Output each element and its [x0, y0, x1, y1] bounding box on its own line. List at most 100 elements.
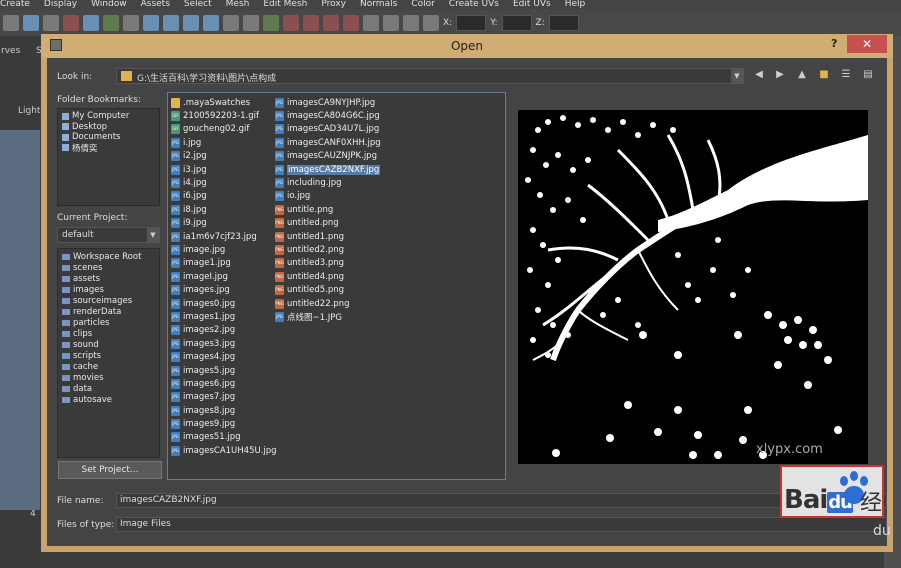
- bookmark-item[interactable]: My Computer: [62, 111, 155, 122]
- project-tree-item[interactable]: particles: [62, 317, 155, 328]
- file-item[interactable]: PNG untitled5.png: [275, 283, 381, 296]
- file-item[interactable]: JPG images3.jpg: [171, 337, 277, 350]
- project-tree-item[interactable]: movies: [62, 372, 155, 383]
- select-by-component-icon[interactable]: [103, 15, 119, 31]
- file-name-input[interactable]: imagesCAZB2NXF.jpg: [116, 493, 887, 508]
- construction-history-icon[interactable]: [263, 15, 279, 31]
- new-scene-icon[interactable]: [3, 15, 19, 31]
- file-item[interactable]: JPG 点线图~1.JPG: [275, 310, 381, 323]
- project-tree-item[interactable]: scripts: [62, 350, 155, 361]
- file-item[interactable]: JPG i3.jpg: [171, 163, 277, 176]
- file-item[interactable]: JPG imagesCANF0XHH.jpg: [275, 136, 381, 149]
- file-item[interactable]: JPG image1.jpg: [171, 257, 277, 270]
- file-item[interactable]: JPG images1.jpg: [171, 310, 277, 323]
- forward-arrow-icon[interactable]: ▶: [773, 68, 787, 82]
- ipr-render-icon[interactable]: [303, 15, 319, 31]
- chevron-down-icon[interactable]: ▼: [731, 69, 743, 83]
- history-icon[interactable]: [223, 15, 239, 31]
- file-item[interactable]: JPG images7.jpg: [171, 391, 277, 404]
- file-item[interactable]: JPG i8.jpg: [171, 203, 277, 216]
- menu-item-edit-uvs[interactable]: Edit UVs: [513, 0, 551, 10]
- menu-item-normals[interactable]: Normals: [360, 0, 397, 10]
- project-tree-item[interactable]: sound: [62, 339, 155, 350]
- file-item[interactable]: JPG images2.jpg: [171, 324, 277, 337]
- file-item[interactable]: JPG i9.jpg: [171, 217, 277, 230]
- file-item[interactable]: JPG i4.jpg: [171, 176, 277, 189]
- dialog-titlebar[interactable]: Open ? ✕: [41, 34, 893, 58]
- modeling-toolkit-icon[interactable]: [363, 15, 379, 31]
- x-coord-field[interactable]: [456, 15, 487, 31]
- snap-view-plane-icon[interactable]: [183, 15, 199, 31]
- hypershade-icon[interactable]: [343, 15, 359, 31]
- file-item[interactable]: PNG untitled22.png: [275, 297, 381, 310]
- tool-settings-icon[interactable]: [403, 15, 419, 31]
- file-item[interactable]: JPG image.jpg: [171, 243, 277, 256]
- file-item[interactable]: JPG imagesCAD34U7L.jpg: [275, 123, 381, 136]
- menu-item-mesh[interactable]: Mesh: [226, 0, 250, 10]
- project-tree-item[interactable]: clips: [62, 328, 155, 339]
- help-button[interactable]: ?: [831, 37, 837, 50]
- project-tree-item[interactable]: sourceimages: [62, 295, 155, 306]
- file-item[interactable]: JPG i6.jpg: [171, 190, 277, 203]
- save-scene-icon[interactable]: [43, 15, 59, 31]
- chevron-down-icon[interactable]: ▼: [147, 228, 159, 242]
- render-current-frame-icon[interactable]: [283, 15, 299, 31]
- file-item[interactable]: JPG images5.jpg: [171, 364, 277, 377]
- bookmark-item[interactable]: Desktop: [62, 122, 155, 133]
- project-tree-item[interactable]: cache: [62, 361, 155, 372]
- menu-item-create[interactable]: Create: [0, 0, 30, 10]
- open-scene-icon[interactable]: [23, 15, 39, 31]
- file-item[interactable]: JPG i2.jpg: [171, 150, 277, 163]
- channel-box-icon[interactable]: [423, 15, 439, 31]
- file-item[interactable]: .mayaSwatches: [171, 96, 277, 109]
- file-item[interactable]: JPG imagesCA9NYJHP.jpg: [275, 96, 381, 109]
- new-folder-icon[interactable]: ■: [817, 68, 831, 82]
- file-item[interactable]: PNG untitle.png: [275, 203, 381, 216]
- project-tree-item[interactable]: assets: [62, 273, 155, 284]
- attribute-editor-icon[interactable]: [383, 15, 399, 31]
- files-of-type-select[interactable]: Image Files: [116, 517, 887, 532]
- file-item[interactable]: JPG images8.jpg: [171, 404, 277, 417]
- project-tree-item[interactable]: scenes: [62, 262, 155, 273]
- file-item[interactable]: PNG untitled.png: [275, 217, 381, 230]
- project-tree-item[interactable]: renderData: [62, 306, 155, 317]
- file-item[interactable]: JPG io.jpg: [275, 190, 381, 203]
- file-item[interactable]: GIF goucheng02.gif: [171, 123, 277, 136]
- file-item[interactable]: JPG imagesCAUZNJPK.jpg: [275, 150, 381, 163]
- close-button[interactable]: ✕: [847, 35, 887, 53]
- file-item[interactable]: JPG imagesCAZB2NXF.jpg: [275, 163, 381, 176]
- file-item[interactable]: JPG images9.jpg: [171, 417, 277, 430]
- file-item[interactable]: PNG untitled1.png: [275, 230, 381, 243]
- current-project-select[interactable]: default ▼: [57, 227, 160, 243]
- project-tree-item[interactable]: images: [62, 284, 155, 295]
- snap-curve-icon[interactable]: [143, 15, 159, 31]
- menu-item-window[interactable]: Window: [91, 0, 127, 10]
- file-item[interactable]: JPG imageI.jpg: [171, 270, 277, 283]
- look-in-combobox[interactable]: G:\生活百科\学习资料\图片\点构成 ▼: [116, 68, 744, 84]
- menu-item-proxy[interactable]: Proxy: [321, 0, 346, 10]
- render-settings-icon[interactable]: [323, 15, 339, 31]
- list-view-icon[interactable]: ☰: [839, 68, 853, 82]
- menu-item-color[interactable]: Color: [411, 0, 435, 10]
- make-live-icon[interactable]: [203, 15, 219, 31]
- y-coord-field[interactable]: [501, 15, 532, 31]
- file-item[interactable]: JPG images51.jpg: [171, 431, 277, 444]
- menu-item-select[interactable]: Select: [184, 0, 212, 10]
- input-output-icon[interactable]: [243, 15, 259, 31]
- bookmark-item[interactable]: 杨倩奕: [62, 143, 155, 154]
- file-item[interactable]: PNG untitled4.png: [275, 270, 381, 283]
- file-item[interactable]: JPG imagesCA1UH45U.jpg: [171, 444, 277, 457]
- file-item[interactable]: JPG imagesCA804G6C.jpg: [275, 109, 381, 122]
- file-item[interactable]: JPG images0.jpg: [171, 297, 277, 310]
- file-item[interactable]: PNG untitled2.png: [275, 243, 381, 256]
- shelf-tab-curves[interactable]: rves: [1, 46, 20, 56]
- file-item[interactable]: JPG i.jpg: [171, 136, 277, 149]
- select-by-hierarchy-icon[interactable]: [63, 15, 79, 31]
- file-item[interactable]: JPG images.jpg: [171, 283, 277, 296]
- viewport[interactable]: [0, 130, 40, 510]
- file-item[interactable]: JPG including.jpg: [275, 176, 381, 189]
- z-coord-field[interactable]: [548, 15, 579, 31]
- menu-item-help[interactable]: Help: [565, 0, 586, 10]
- select-by-object-icon[interactable]: [83, 15, 99, 31]
- menu-item-edit-mesh[interactable]: Edit Mesh: [263, 0, 307, 10]
